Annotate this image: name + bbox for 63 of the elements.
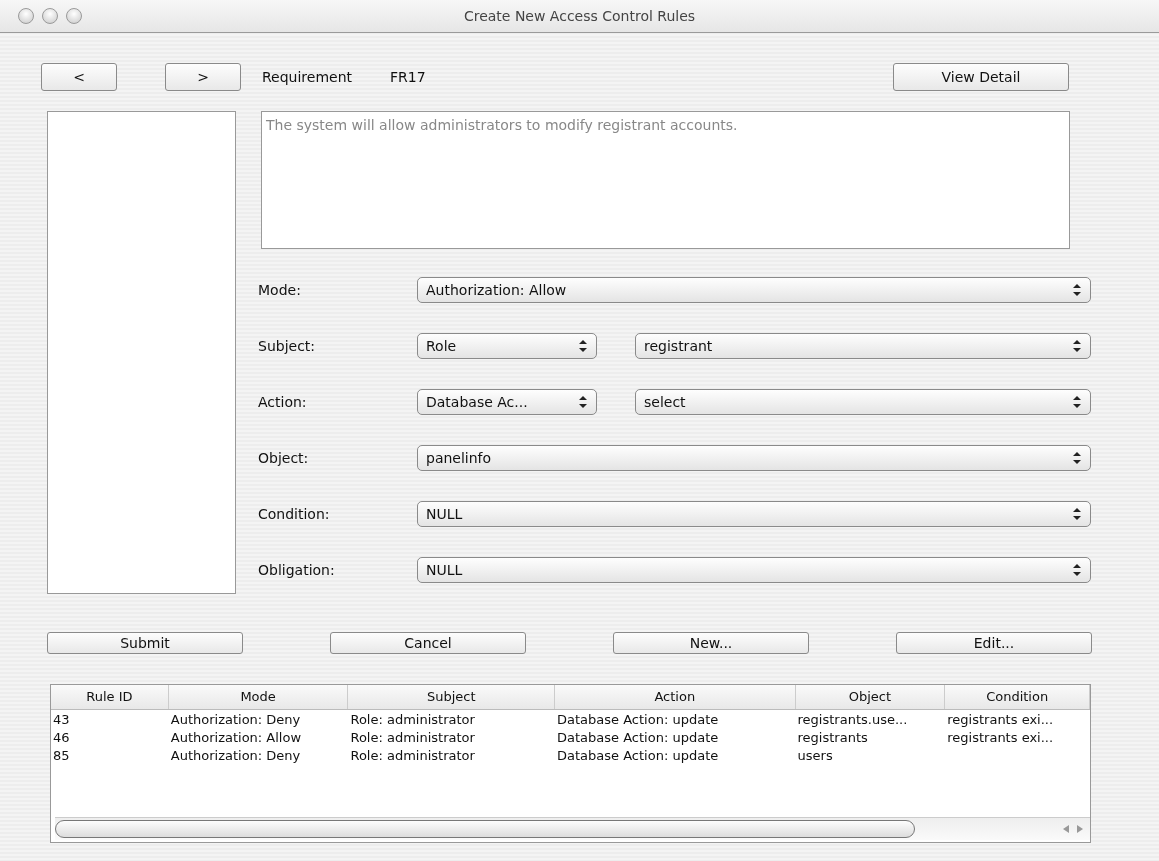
table-cell: Database Action: update xyxy=(557,748,719,763)
previous-button[interactable]: < xyxy=(41,63,117,91)
dropdown[interactable]: panelinfo xyxy=(417,445,1091,471)
scroll-left-icon[interactable] xyxy=(1062,824,1070,834)
table-cell: Authorization: Deny xyxy=(170,748,301,763)
table-cell: Authorization: Allow xyxy=(170,730,302,745)
horizontal-scrollbar[interactable] xyxy=(55,817,1090,840)
field-label: Object: xyxy=(258,450,310,466)
updown-arrow-icon xyxy=(1072,283,1082,297)
field-label: Mode: xyxy=(258,282,302,298)
dropdown[interactable]: Role xyxy=(417,333,597,359)
action-button[interactable]: Submit xyxy=(47,632,243,654)
action-button[interactable]: Cancel xyxy=(330,632,526,654)
action-button[interactable]: New... xyxy=(613,632,809,654)
table-cell: registrants.use... xyxy=(797,712,908,727)
table-cell: Role: administrator xyxy=(350,748,475,763)
table-cell: registrants xyxy=(797,730,868,745)
column-header[interactable]: Action xyxy=(555,685,796,709)
close-icon[interactable] xyxy=(18,8,34,24)
table-cell: Database Action: update xyxy=(557,730,719,745)
field-label: Subject: xyxy=(258,338,317,354)
updown-arrow-icon xyxy=(1072,451,1082,465)
table-cell: registrants exi... xyxy=(947,712,1054,727)
updown-arrow-icon xyxy=(1072,507,1082,521)
column-header[interactable]: Condition xyxy=(945,685,1090,709)
action-button[interactable]: Edit... xyxy=(896,632,1092,654)
field-label: Obligation: xyxy=(258,562,336,578)
column-header[interactable]: Subject xyxy=(348,685,556,709)
description-text-area[interactable]: The system will allow administrators to modify registrant accounts. xyxy=(261,111,1070,249)
updown-arrow-icon xyxy=(1072,563,1082,577)
minimize-icon[interactable] xyxy=(42,8,58,24)
table-cell: Role: administrator xyxy=(350,712,475,727)
dropdown[interactable]: registrant xyxy=(635,333,1091,359)
scroll-right-icon[interactable] xyxy=(1076,824,1084,834)
window-title: Create New Access Control Rules xyxy=(463,8,696,24)
column-header[interactable]: Rule ID xyxy=(51,685,169,709)
dropdown[interactable]: Database Ac... xyxy=(417,389,597,415)
dropdown[interactable]: NULL xyxy=(417,501,1091,527)
table-cell: 43 xyxy=(53,712,70,727)
dropdown[interactable]: Authorization: Allow xyxy=(417,277,1091,303)
updown-arrow-icon xyxy=(1072,395,1082,409)
view-detail-button[interactable]: View Detail xyxy=(893,63,1069,91)
field-label: Action: xyxy=(258,394,308,410)
column-header[interactable]: Mode xyxy=(168,685,349,709)
requirement-label: Requirement xyxy=(262,69,353,85)
field-label: Condition: xyxy=(258,506,331,522)
table-cell: Database Action: update xyxy=(557,712,719,727)
updown-arrow-icon xyxy=(1072,339,1082,353)
requirement-id: FR17 xyxy=(390,69,426,85)
table-cell: registrants exi... xyxy=(947,730,1054,745)
table-cell: users xyxy=(797,748,833,763)
zoom-icon[interactable] xyxy=(66,8,82,24)
scrollbar-thumb[interactable] xyxy=(55,820,915,838)
table-cell: Role: administrator xyxy=(350,730,475,745)
table-cell: 46 xyxy=(53,730,70,745)
next-button[interactable]: > xyxy=(165,63,241,91)
column-header[interactable]: Object xyxy=(795,685,946,709)
table-cell: Authorization: Deny xyxy=(170,712,301,727)
dropdown[interactable]: select xyxy=(635,389,1091,415)
updown-arrow-icon xyxy=(578,339,588,353)
table-cell: 85 xyxy=(53,748,70,763)
dropdown[interactable]: NULL xyxy=(417,557,1091,583)
updown-arrow-icon xyxy=(578,395,588,409)
